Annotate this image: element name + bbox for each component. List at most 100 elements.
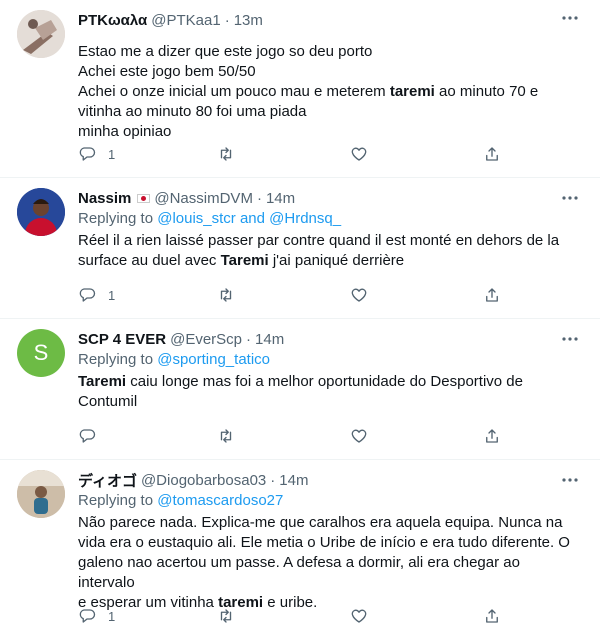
retweet-button[interactable] xyxy=(217,606,235,626)
tweet-actions xyxy=(78,426,508,446)
replying-to-link[interactable]: @louis_stcr and @Hrdnsq_ xyxy=(157,210,341,227)
user-handle[interactable]: @NassimDVM xyxy=(154,190,253,207)
text-span: surface au duel avec xyxy=(78,252,221,269)
tweet[interactable]: PTKωαλα @PTKaa1 · 13m Estao me a dizer q… xyxy=(0,0,600,178)
avatar-image xyxy=(17,10,65,58)
replying-to-link[interactable]: @tomascardoso27 xyxy=(157,492,283,509)
tweet-text-line: Achei este jogo bem 50/50 xyxy=(78,63,256,80)
like-button[interactable] xyxy=(350,606,368,626)
tweet-text-line: vida era o eustaquio ali. Ele metia o Ur… xyxy=(78,534,570,551)
share-icon xyxy=(486,147,498,161)
tweet[interactable]: ディオゴ @Diogobarbosa03 · 14m Replying to @… xyxy=(0,460,600,636)
text-span: Achei o onze inicial um pouco mau e mete… xyxy=(78,83,390,100)
timestamp[interactable]: 14m xyxy=(255,331,284,348)
like-button[interactable] xyxy=(350,285,368,305)
avatar-image xyxy=(17,188,65,236)
replying-to: Replying to @louis_stcr and @Hrdnsq_ xyxy=(78,209,580,229)
heart-icon xyxy=(351,609,367,623)
reply-button[interactable]: 1 xyxy=(78,144,115,164)
user-handle[interactable]: @EverScp xyxy=(170,331,242,348)
reply-button[interactable] xyxy=(78,426,108,446)
tweet-header: Nassim @NassimDVM · 14m xyxy=(78,188,580,208)
retweet-button[interactable] xyxy=(217,144,235,164)
replying-to-label: Replying to xyxy=(78,210,158,227)
display-name[interactable]: PTKωαλα xyxy=(78,12,147,29)
more-icon xyxy=(562,196,578,200)
replying-to-link[interactable]: @sporting_tatico xyxy=(157,351,270,368)
tweet[interactable]: S SCP 4 EVER @EverScp · 14m Replying to … xyxy=(0,319,600,460)
tweet-actions: 1 xyxy=(78,606,508,626)
reply-button[interactable]: 1 xyxy=(78,606,115,626)
avatar[interactable]: S xyxy=(17,329,65,377)
tweet[interactable]: Nassim @NassimDVM · 14m Replying to @lou… xyxy=(0,178,600,319)
tweet-header: SCP 4 EVER @EverScp · 14m xyxy=(78,329,580,349)
tweet-text-line: Réel il a rien laissé passer par contre … xyxy=(78,232,560,249)
like-button[interactable] xyxy=(350,426,368,446)
replying-to: Replying to @tomascardoso27 xyxy=(78,491,580,511)
heart-icon xyxy=(351,147,367,161)
tweet-text-line: galeno nao acertou um passe. A defesa a … xyxy=(78,554,520,591)
avatar-image xyxy=(17,470,65,518)
text-span: j'ai paniqué derrière xyxy=(268,252,405,269)
user-handle[interactable]: @Diogobarbosa03 xyxy=(141,472,266,489)
timestamp[interactable]: 14m xyxy=(266,190,295,207)
tweet-text: Taremi caiu longe mas foi a melhor oport… xyxy=(78,372,580,412)
timestamp[interactable]: 13m xyxy=(234,12,263,29)
reply-icon xyxy=(79,147,96,161)
display-name[interactable]: SCP 4 EVER xyxy=(78,331,166,348)
highlighted-keyword: taremi xyxy=(389,83,435,100)
tweet-header: ディオゴ @Diogobarbosa03 · 14m xyxy=(78,470,580,490)
separator-dot: · xyxy=(224,11,230,29)
like-button[interactable] xyxy=(350,144,368,164)
retweet-button[interactable] xyxy=(217,285,235,305)
retweet-icon xyxy=(220,147,232,161)
share-button[interactable] xyxy=(483,285,501,305)
share-button[interactable] xyxy=(483,426,501,446)
tweet-text-line: Contumil xyxy=(78,393,138,410)
separator-dot: · xyxy=(246,330,252,348)
retweet-icon xyxy=(220,429,232,443)
share-button[interactable] xyxy=(483,606,501,626)
japan-flag-icon xyxy=(137,193,151,203)
text-span: ao minuto 70 e xyxy=(434,83,539,100)
user-handle[interactable]: @PTKaa1 xyxy=(151,12,220,29)
avatar[interactable] xyxy=(17,10,65,58)
retweet-button[interactable] xyxy=(217,426,235,446)
tweet-text: Não parece nada. Explica-me que caralhos… xyxy=(78,513,580,613)
tweet-header: PTKωαλα @PTKaa1 · 13m xyxy=(78,10,580,30)
tweet-text-line: surface au duel avec Taremi j'ai paniqué… xyxy=(78,251,580,271)
highlighted-keyword: Taremi xyxy=(78,373,127,390)
tweet-text-line: minha opiniao xyxy=(78,123,172,140)
reply-count: 1 xyxy=(108,287,116,303)
tweet-text-line: Achei o onze inicial um pouco mau e mete… xyxy=(78,82,580,102)
retweet-icon xyxy=(220,288,232,302)
avatar-letter: S xyxy=(33,340,49,365)
tweet-text-line: Não parece nada. Explica-me que caralhos… xyxy=(78,514,563,531)
reply-button[interactable]: 1 xyxy=(78,285,115,305)
share-button[interactable] xyxy=(483,144,501,164)
display-name[interactable]: ディオゴ xyxy=(78,470,137,491)
replying-to-label: Replying to xyxy=(78,492,158,509)
share-icon xyxy=(486,288,498,302)
separator-dot: · xyxy=(256,189,262,207)
avatar[interactable] xyxy=(17,470,65,518)
text-span: caiu longe mas foi a melhor oportunidade… xyxy=(126,373,523,390)
more-options-button[interactable] xyxy=(556,329,584,349)
avatar[interactable] xyxy=(17,188,65,236)
timestamp[interactable]: 14m xyxy=(279,472,308,489)
share-icon xyxy=(486,609,498,623)
tweet-text-line: vitinha ao minuto 80 foi uma piada xyxy=(78,103,307,120)
more-options-button[interactable] xyxy=(556,188,584,208)
reply-icon xyxy=(79,288,96,302)
replying-to: Replying to @sporting_tatico xyxy=(78,350,580,370)
tweet-text: Estao me a dizer que este jogo so deu po… xyxy=(78,42,580,142)
highlighted-keyword: Taremi xyxy=(220,252,269,269)
more-options-button[interactable] xyxy=(556,470,584,490)
more-icon xyxy=(562,478,578,482)
tweet-actions: 1 xyxy=(78,285,508,305)
tweet-text-line: Estao me a dizer que este jogo so deu po… xyxy=(78,43,373,60)
reply-count: 1 xyxy=(108,146,116,162)
tweet-feed: PTKωαλα @PTKaa1 · 13m Estao me a dizer q… xyxy=(0,0,600,636)
more-options-button[interactable] xyxy=(556,8,584,28)
display-name[interactable]: Nassim xyxy=(78,190,131,207)
